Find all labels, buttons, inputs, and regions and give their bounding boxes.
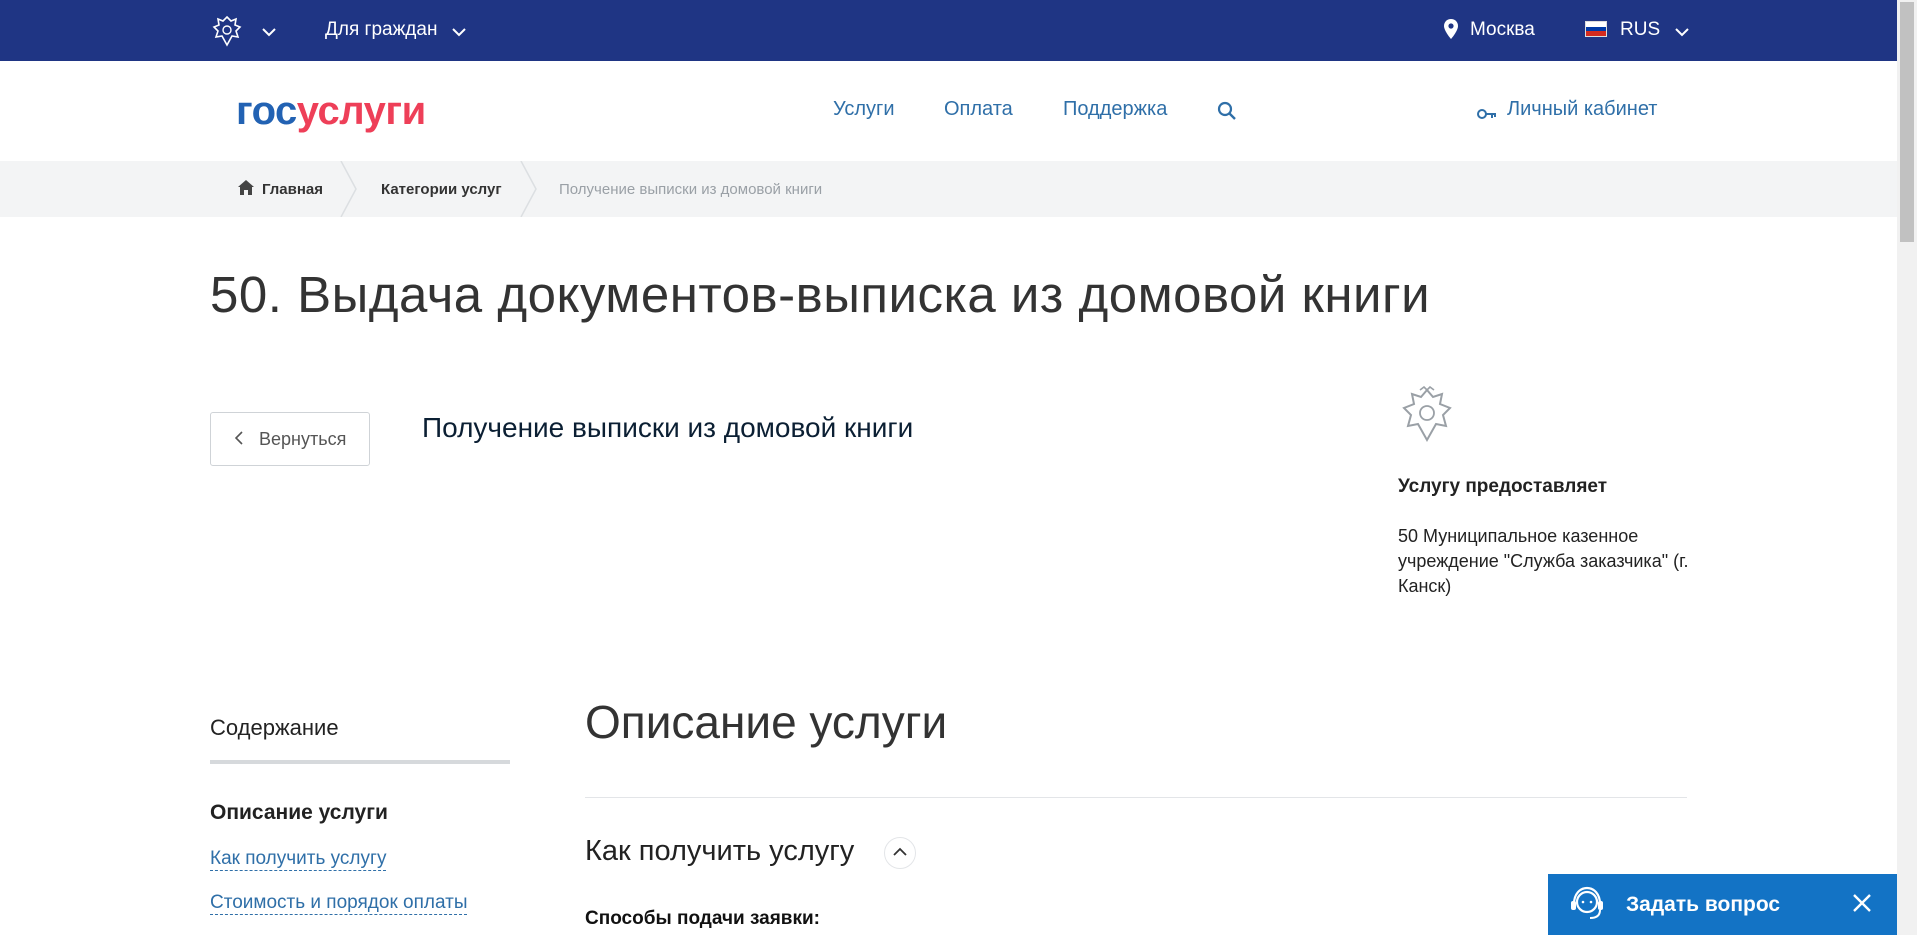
breadcrumb-separator	[520, 161, 537, 217]
submission-methods-label: Способы подачи заявки:	[585, 908, 820, 929]
nav-services[interactable]: Услуги	[833, 98, 895, 121]
city-selector[interactable]: Москва	[1470, 19, 1535, 41]
toc-item-cost[interactable]: Стоимость и порядок оплаты	[210, 892, 468, 915]
breadcrumb: Главная Категории услуг Получение выписк…	[0, 161, 1897, 217]
support-agent-icon	[1566, 884, 1608, 931]
chevron-up-icon	[893, 847, 907, 856]
close-icon[interactable]	[1852, 893, 1872, 918]
ask-question-label: Задать вопрос	[1626, 893, 1781, 916]
collapse-button[interactable]	[884, 837, 916, 869]
logo-part-uslugi: услуги	[296, 89, 426, 133]
nav-support[interactable]: Поддержка	[1063, 98, 1167, 121]
chevron-down-icon[interactable]	[262, 24, 276, 42]
back-button-label: Вернуться	[259, 429, 347, 449]
breadcrumb-categories[interactable]: Категории услуг	[381, 181, 502, 198]
toc-divider	[210, 760, 510, 764]
provider-name: 50 Муниципальное казенное учреждение "Сл…	[1398, 526, 1689, 596]
chevron-down-icon[interactable]	[452, 24, 466, 42]
home-icon[interactable]	[238, 180, 254, 199]
page-title: 50. Выдача документов-выписка из домовой…	[210, 266, 1431, 323]
top-bar: Для граждан Москва RUS	[0, 0, 1897, 61]
coat-of-arms-icon	[1398, 385, 1456, 451]
page: Для граждан Москва RUS госуслуги Услуги …	[0, 0, 1917, 935]
back-button[interactable]: Вернуться	[210, 412, 370, 466]
location-pin-icon	[1444, 19, 1458, 44]
breadcrumb-home[interactable]: Главная	[262, 181, 323, 198]
coat-of-arms-icon[interactable]	[210, 14, 244, 53]
site-header: госуслуги Услуги Оплата Поддержка Личный…	[0, 61, 1897, 161]
ask-question-widget[interactable]: Задать вопрос	[1548, 874, 1897, 935]
nav-payment[interactable]: Оплата	[944, 98, 1013, 121]
section-title: Описание услуги	[585, 696, 948, 748]
language-selector[interactable]: RUS	[1620, 19, 1660, 41]
breadcrumb-current: Получение выписки из домовой книги	[559, 181, 823, 198]
scrollbar-thumb[interactable]	[1900, 2, 1914, 242]
logo-part-gos: гос	[236, 89, 297, 133]
gosuslugi-logo[interactable]: госуслуги	[236, 89, 426, 134]
how-to-get-heading[interactable]: Как получить услугу	[585, 835, 854, 868]
toc-item-how-to-get[interactable]: Как получить услугу	[210, 848, 387, 871]
russian-flag-icon	[1585, 21, 1607, 37]
personal-cabinet-label: Личный кабинет	[1507, 98, 1658, 120]
breadcrumb-separator	[340, 161, 357, 217]
search-icon[interactable]	[1217, 101, 1237, 126]
service-title: Получение выписки из домовой книги	[422, 412, 914, 443]
section-divider	[585, 797, 1687, 798]
chevron-down-icon[interactable]	[1675, 24, 1689, 42]
provider-heading: Услугу предоставляет	[1398, 476, 1608, 497]
toc-item-description[interactable]: Описание услуги	[210, 801, 388, 825]
for-citizens-menu[interactable]: Для граждан	[325, 19, 437, 41]
toc-heading: Содержание	[210, 715, 339, 740]
key-icon	[1477, 103, 1497, 126]
chevron-left-icon	[234, 429, 243, 450]
page-scrollbar[interactable]	[1897, 0, 1917, 935]
